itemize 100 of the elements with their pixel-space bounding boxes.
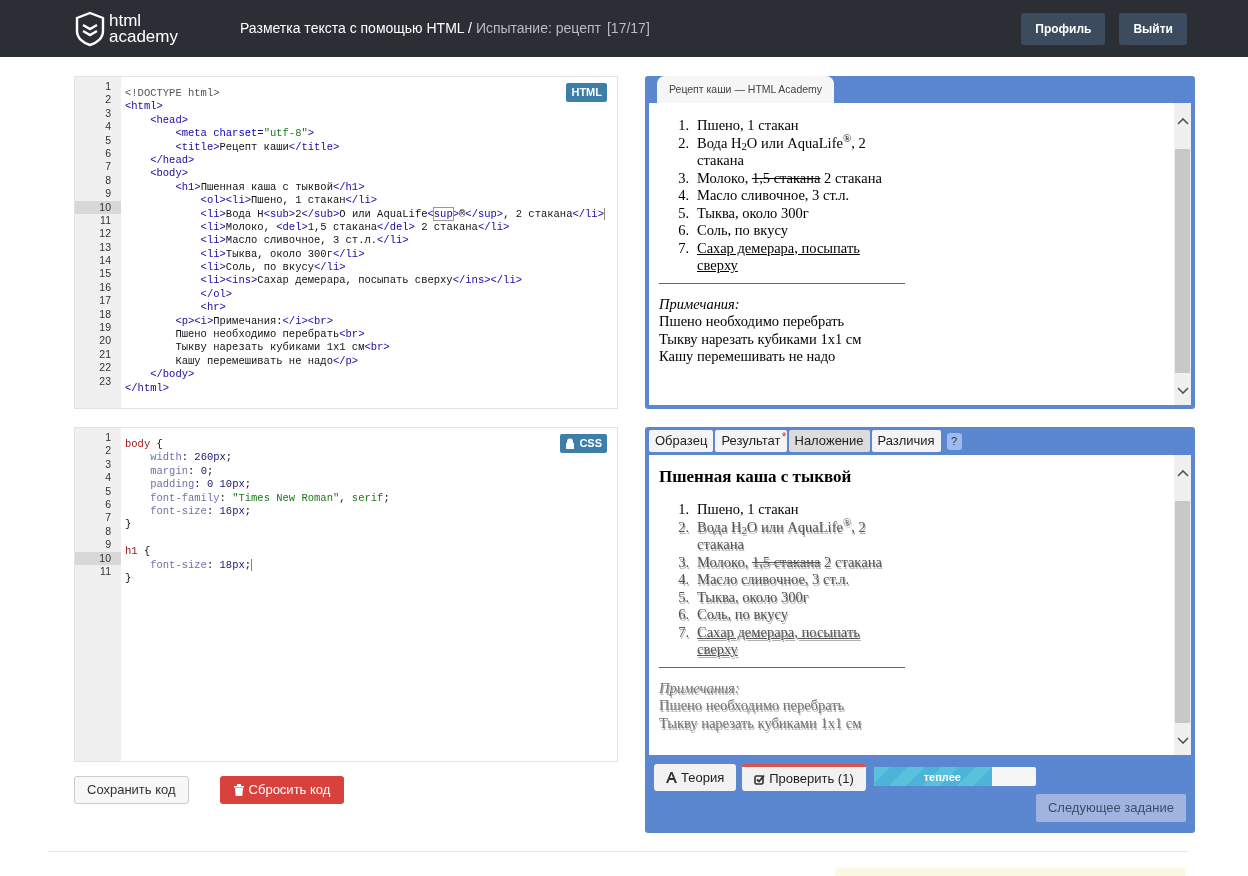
code-line: margin: 0; [149, 464, 214, 479]
code-line: <html> [125, 100, 163, 114]
line-number: 4 [104, 120, 112, 134]
line-number: 3 [104, 457, 112, 472]
view-tab[interactable]: Различия [871, 430, 941, 452]
list-item: Молоко, 1,5 стакана 2 стакана [697, 553, 883, 571]
reset-button[interactable]: Сбросить код [219, 776, 345, 804]
recipe-heading: Пшенная каша с тыквой [659, 467, 853, 487]
line-number: 7 [104, 511, 112, 525]
logo-text: academy [109, 28, 178, 45]
header-button[interactable]: Профиль [1021, 12, 1106, 45]
list-item: Сахар демерара, посыпать сверху [697, 623, 861, 659]
course-title: Разметка текста с помощью HTML / [240, 19, 472, 38]
line-number: 8 [104, 173, 112, 188]
code-line: <title>Рецепт каши</title> [174, 140, 340, 154]
list-item: Пшено, 1 стакан [697, 501, 800, 519]
list-item: Масло сливочное, 3 ст.л. [697, 571, 851, 589]
theory-button[interactable]: Теория [654, 764, 737, 791]
line-number: 5 [104, 484, 112, 498]
changed-marker: * [781, 428, 787, 446]
code-editor[interactable] [74, 76, 618, 409]
line-number: 8 [104, 524, 112, 539]
code-line: <p><i>Примечания:</i><br> [174, 314, 333, 328]
line-number: 20 [98, 334, 112, 348]
code-editor[interactable]: 1 2 3 4 5 6 7 8 9 10 11 body { width: 260px; margin: 0; padding: 0 10px; font-family: "Times New Roman", serif; font-size: 16px; } h1 { font-size: 18px; } CSS [74, 427, 618, 762]
notes-title: Примечания: [659, 679, 740, 697]
letter-a-icon [666, 772, 677, 783]
list-number: 1. [677, 117, 690, 135]
list-item: Пшено, 1 стакан [697, 117, 800, 135]
logo-text: html [109, 12, 143, 29]
list-item: Масло сливочное, 3 ст.л. [697, 187, 851, 205]
line-number: 23 [98, 374, 112, 388]
browser-tab[interactable]: Рецепт каши — HTML Academy [657, 76, 835, 103]
list-item: Вода H$_{2}$O или AquaLife$^{®}$, 2 стакана [697, 134, 867, 170]
code-line: font-family: "Times New Roman", serif; [149, 491, 390, 505]
note-line: Кашу перемешивать не надо [659, 348, 836, 366]
list-number: 3. [677, 553, 690, 571]
code-line: <body> [149, 167, 188, 181]
code-line: Тыкву нарезать кубиками 1x1 см<br> [174, 341, 390, 355]
chevron-down-icon [1176, 737, 1189, 745]
code-line: padding: 0 10px; [149, 478, 252, 492]
list-item: Тыква, около 300г [697, 588, 810, 606]
code-line: </html> [125, 381, 170, 395]
code-line: </body> [149, 368, 195, 382]
line-number: 15 [98, 267, 112, 281]
save-button[interactable]: Сохранить код [74, 776, 189, 804]
list-number: 7. [677, 623, 690, 642]
header-button[interactable]: Выйти [1119, 12, 1187, 45]
progress-label: теплее [923, 770, 961, 785]
chevron-up-icon [1176, 469, 1189, 477]
line-number: 7 [104, 160, 112, 174]
code-line: Кашу перемешивать не надо</p> [174, 354, 359, 369]
list-number: 2. [677, 518, 690, 537]
code-line: <ol><li>Пшено, 1 стакан</li> [199, 194, 378, 208]
code-line: <li>Молоко, <del>1,5 стакана</del> 2 стакана</li> [199, 220, 510, 235]
code-line: font-size: 16px; [149, 504, 252, 519]
line-number: 11 [99, 213, 112, 228]
line-number: 2 [104, 93, 112, 107]
list-number: 5. [677, 588, 690, 606]
list-item: Вода H$_{2}$O или AquaLife$^{®}$, 2 стакана [697, 518, 867, 554]
scrollbar[interactable] [1174, 455, 1191, 755]
line-number: 16 [98, 280, 112, 295]
line-number: 1 [104, 80, 112, 94]
line-number: 4 [104, 471, 112, 485]
code-line: <li>Тыква, около 300г</li> [199, 247, 365, 262]
view-tab[interactable]: Образец [649, 430, 714, 452]
check-button[interactable]: Проверить (1) [742, 764, 866, 791]
code-line: width: 260px; [149, 451, 233, 465]
scrollbar[interactable] [1174, 103, 1191, 405]
line-number: 5 [104, 133, 112, 147]
checkbox-icon [754, 773, 766, 785]
view-tab[interactable]: Наложение [788, 430, 870, 452]
code-line: Пшено необходимо перебрать<br> [174, 328, 365, 341]
line-number: 19 [98, 321, 112, 335]
line-number: 3 [104, 106, 112, 121]
language-badge: CSS [560, 434, 607, 453]
code-line: } [125, 571, 132, 586]
chevron-down-icon [1176, 387, 1189, 395]
view-tab[interactable]: Результат* [715, 430, 787, 452]
list-item: Сахар демерара, посыпать сверху [697, 239, 861, 275]
code-line: <head> [149, 113, 188, 128]
code-line: </head> [149, 153, 195, 168]
list-item: Тыква, около 300г [697, 204, 810, 222]
list-number: 2. [677, 134, 690, 153]
task-counter: [17/17] [606, 19, 650, 38]
code-line: body { [125, 438, 163, 452]
code-line: h1 { [125, 545, 151, 559]
notes-title: Примечания: [659, 295, 740, 313]
list-number: 4. [677, 571, 690, 589]
help-button[interactable]: ? [946, 432, 962, 450]
code-line: </ol> [199, 287, 233, 302]
line-number: 12 [98, 227, 112, 241]
line-number: 14 [98, 254, 112, 268]
note-line: Пшено необходимо перебрать [659, 697, 845, 715]
list-item: Соль, по вкусу [697, 606, 789, 624]
line-number: 9 [104, 538, 112, 552]
chevron-up-icon [1176, 117, 1189, 125]
list-number: 6. [677, 222, 690, 240]
code-line: font-size: 18px; [149, 558, 253, 572]
list-number: 4. [677, 187, 690, 205]
